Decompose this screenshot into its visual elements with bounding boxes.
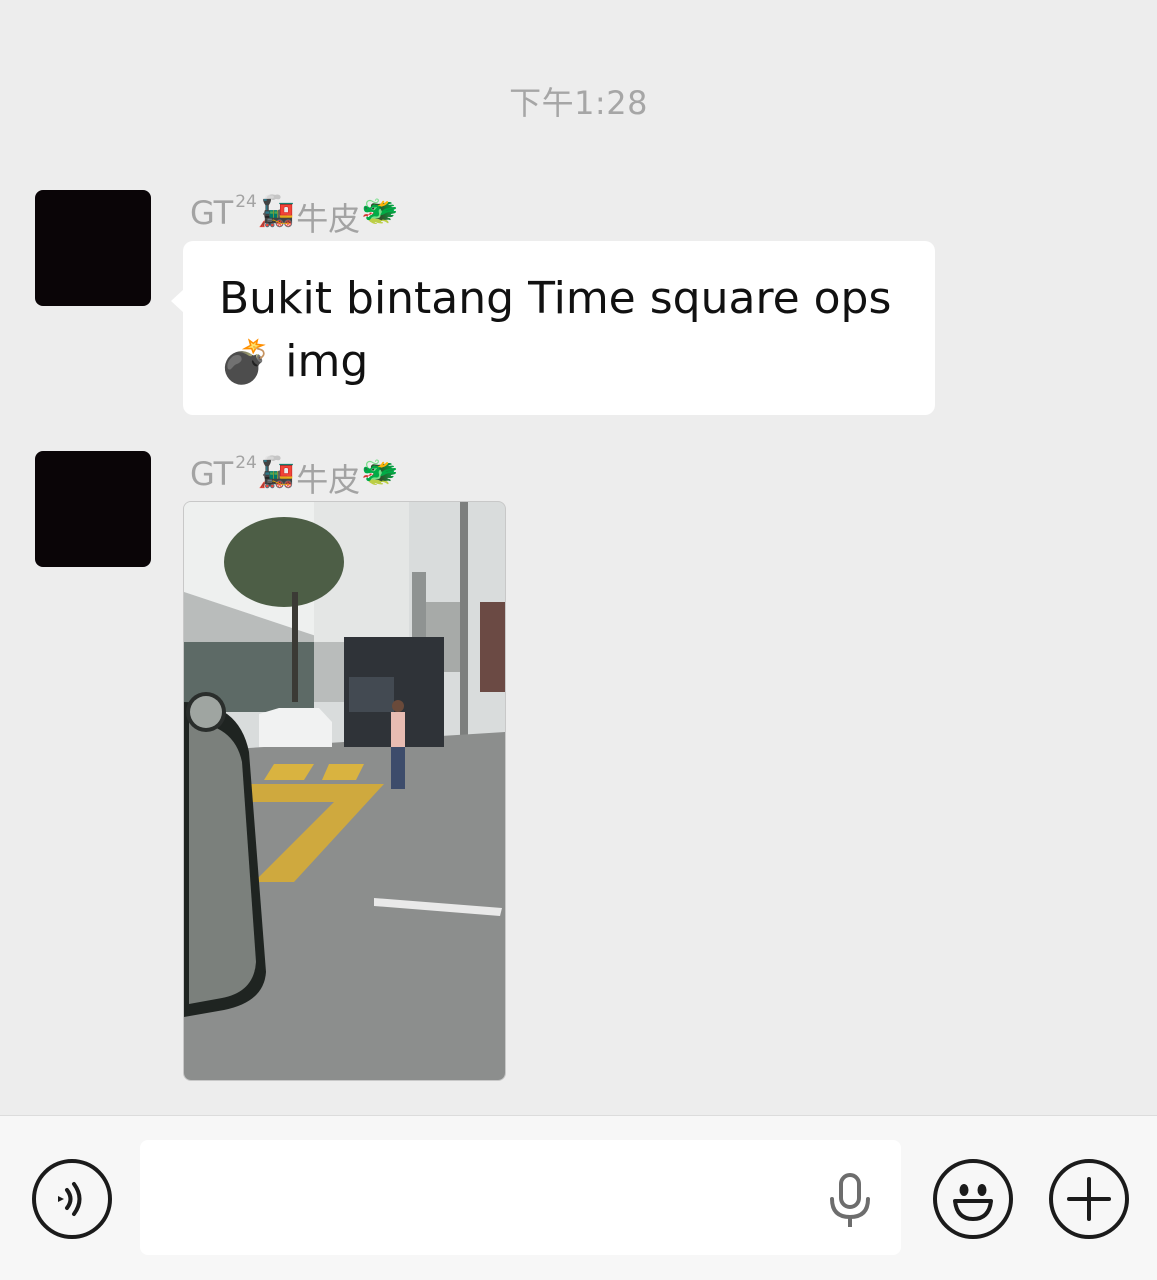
sender-superscript: 24 [235,453,257,473]
text-message-bubble[interactable]: Bukit bintang Time square ops 💣 img [171,241,935,415]
sender-nickname: 牛皮 [296,461,361,499]
more-button[interactable] [1049,1159,1129,1239]
emoji-button[interactable] [933,1159,1013,1239]
microphone-button[interactable] [826,1173,874,1235]
voice-icon [58,1182,82,1216]
voice-toggle-button[interactable] [32,1159,112,1239]
sender-prefix: GT [190,194,234,232]
bomb-icon: 💣 [219,337,272,386]
sender-name: GT 24 🚂 牛皮 🐲 [190,453,400,501]
dragon-icon: 🐲 [361,194,399,229]
input-toolbar [0,1115,1157,1280]
sender-nickname: 牛皮 [296,200,361,238]
train-icon: 🚂 [257,455,296,490]
sender-superscript: 24 [235,192,257,212]
street-photo [184,502,505,1080]
microphone-icon [830,1173,870,1227]
message-text-img: img [285,336,369,387]
plus-icon [1067,1177,1111,1221]
dragon-icon: 🐲 [361,455,399,490]
message-input[interactable] [140,1140,901,1255]
smiley-icon [953,1184,993,1221]
avatar[interactable] [35,451,151,567]
message-timestamp: 下午1:28 [509,84,648,122]
sender-prefix: GT [190,455,234,493]
message-text-line-1: Bukit bintang Time square ops [219,273,892,324]
sender-name: GT 24 🚂 牛皮 🐲 [190,192,400,240]
image-message[interactable] [183,501,506,1081]
train-icon: 🚂 [257,194,296,229]
message-text-line-2: 💣 img [219,330,901,393]
avatar[interactable] [35,190,151,306]
